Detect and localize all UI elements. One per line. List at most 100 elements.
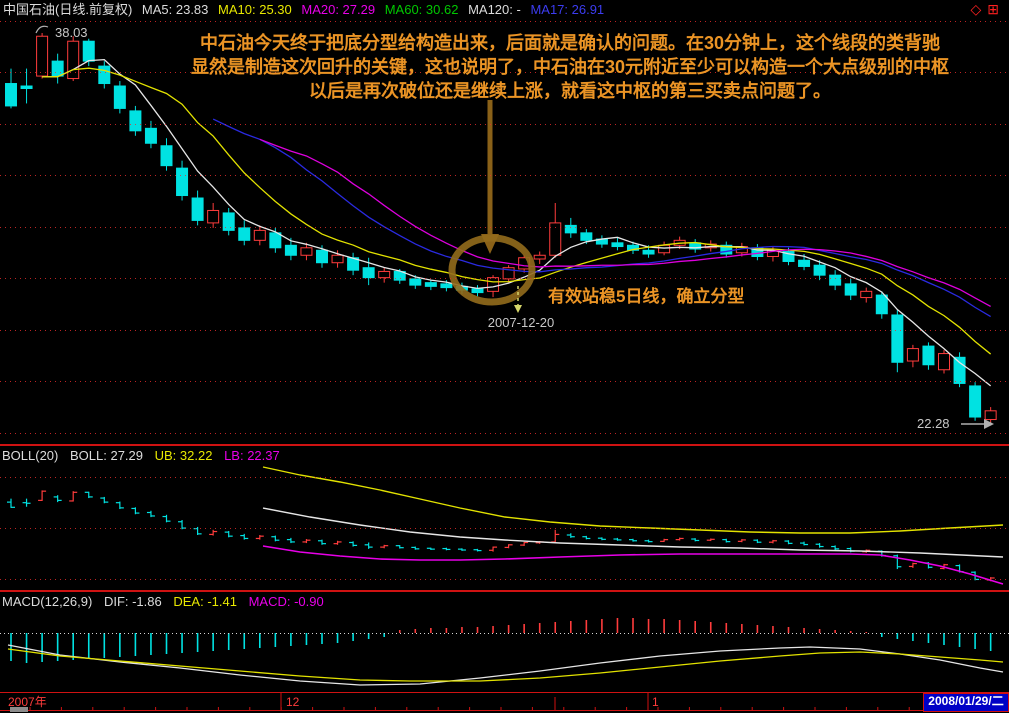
gridline: [0, 579, 1009, 580]
candle: [410, 279, 421, 285]
candle: [830, 275, 841, 285]
candle: [954, 357, 965, 383]
boll-layer: [7, 490, 995, 581]
candle: [363, 268, 374, 278]
gridline: [0, 124, 1009, 125]
annotation-line1: 中石油今天终于把底分型给构造出来，后面就是确认的问题。在30分钟上，这个线段的类…: [170, 31, 970, 55]
boll-name: BOLL(20): [2, 448, 58, 463]
macd-name: MACD(12,26,9): [2, 594, 92, 609]
candle: [285, 245, 296, 255]
candle: [254, 230, 265, 240]
candle: [161, 146, 172, 166]
candle: [145, 128, 156, 143]
candle: [130, 111, 141, 131]
candle: [239, 228, 250, 240]
gridline: [0, 330, 1009, 331]
axis-dec-label: 12: [286, 694, 299, 711]
grid-view-icon[interactable]: ⊞: [987, 1, 1005, 17]
candle: [643, 250, 654, 254]
boll-lb-value: LB: 22.37: [224, 448, 280, 463]
low-arrow-head: [984, 419, 994, 429]
candle: [6, 84, 17, 106]
candle: [534, 255, 545, 259]
axis-jan-label: 1: [652, 694, 659, 711]
ma10-line: [42, 68, 991, 354]
ma5-value: MA5: 23.83: [142, 2, 209, 17]
ma20-value: MA20: 27.29: [301, 2, 375, 17]
annotation-line2: 显然是制造这次回升的关键，这也说明了，中石油在30元附近至少可以构造一个大点级别…: [170, 55, 970, 79]
candle: [876, 295, 887, 314]
gridline: [0, 433, 1009, 434]
candle: [301, 248, 312, 255]
candle: [177, 168, 188, 195]
macd-dea-value: DEA: -1.41: [173, 594, 237, 609]
cursor-date-box: 2008/01/29/二: [923, 693, 1009, 712]
date-note: 2007-12-20: [481, 315, 561, 330]
scrollbar-thumb[interactable]: [10, 707, 28, 712]
candle: [939, 354, 950, 370]
time-axis-layer: [30, 693, 1003, 711]
candle: [659, 245, 670, 252]
axis-top-line: [0, 692, 1009, 693]
candle: [814, 265, 825, 275]
macd-header: MACD(12,26,9) DIF: -1.86 DEA: -1.41 MACD…: [2, 594, 332, 609]
chart-header: 中国石油(日线.前复权) MA5: 23.83 MA10: 25.30 MA20…: [3, 0, 1009, 20]
gridline: [0, 21, 1009, 22]
high-tick-mark: [36, 26, 48, 33]
candle: [83, 41, 94, 61]
macd-value: MACD: -0.90: [249, 594, 324, 609]
macd-dea-line: [8, 649, 1003, 681]
stand-note: 有效站稳5日线，确立分型: [548, 282, 744, 307]
candle: [799, 260, 810, 266]
candle: [192, 198, 203, 220]
gridline: [0, 528, 1009, 529]
candle: [612, 243, 623, 247]
ma17-value: MA17: 26.91: [530, 2, 604, 17]
boll-mid-band: [263, 508, 1003, 557]
candle: [970, 386, 981, 417]
gridline: [0, 227, 1009, 228]
candle: [907, 349, 918, 361]
gridline: [0, 477, 1009, 478]
high-price-label: 38.03: [55, 25, 88, 40]
macd-dif-value: DIF: -1.86: [104, 594, 162, 609]
ma120-value: MA120: -: [468, 2, 521, 17]
stock-app-window: 中国石油(日线.前复权) MA5: 23.83 MA10: 25.30 MA20…: [0, 0, 1009, 713]
candle: [52, 61, 63, 76]
symbol-title: 中国石油(日线.前复权): [3, 2, 132, 17]
dashed-arrow-head: [514, 305, 522, 313]
header-icon-group: ◇⊞: [970, 1, 1005, 18]
candle: [425, 283, 436, 287]
candle: [99, 66, 110, 83]
candle: [21, 86, 32, 88]
candle: [379, 271, 390, 277]
annotation-line3: 以后是再次破位还是继续上涨，就看这中枢的第三买卖点问题了。: [170, 79, 970, 103]
macd-layer: [11, 618, 991, 663]
candle: [37, 36, 48, 76]
gridline: [0, 381, 1009, 382]
axis-bottom-line: [0, 710, 1009, 711]
low-price-label: 22.28: [917, 416, 950, 431]
candle: [861, 291, 872, 297]
candle: [114, 86, 125, 108]
candle: [317, 250, 328, 262]
boll-header: BOLL(20) BOLL: 27.29 UB: 32.22 LB: 22.37: [2, 448, 288, 463]
macd-dif-line: [8, 645, 1003, 685]
candle: [472, 289, 483, 293]
candle: [923, 346, 934, 365]
candle: [845, 284, 856, 295]
candle: [332, 255, 343, 262]
candle: [892, 315, 903, 362]
candle: [441, 284, 452, 288]
diamond-icon[interactable]: ◇: [970, 1, 987, 17]
gridline: [0, 278, 1009, 279]
analysis-annotation: 中石油今天终于把底分型给构造出来，后面就是确认的问题。在30分钟上，这个线段的类…: [170, 31, 970, 103]
candle: [488, 278, 499, 292]
candle: [270, 233, 281, 248]
gridline: [0, 175, 1009, 176]
candle: [985, 411, 996, 420]
ma5-line: [42, 60, 991, 386]
ma60-value: MA60: 30.62: [385, 2, 459, 17]
ma10-value: MA10: 25.30: [218, 2, 292, 17]
panel-separator: [0, 444, 1009, 446]
